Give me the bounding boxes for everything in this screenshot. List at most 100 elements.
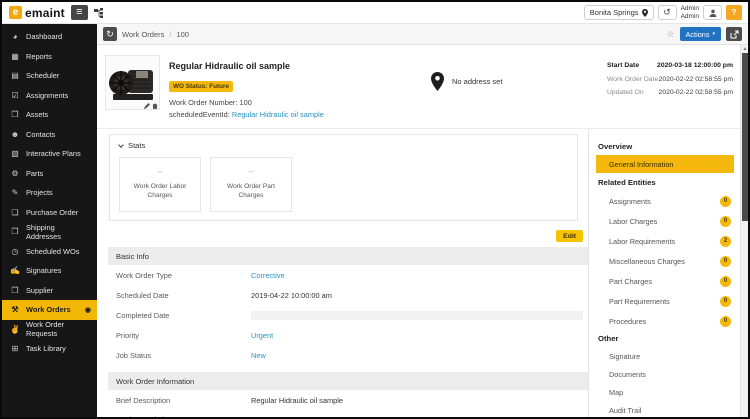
sitemap-button[interactable] (94, 8, 104, 18)
nav-labor-requirements[interactable]: Labor Requirements2 (596, 231, 734, 251)
actions-button[interactable]: Actions ▾ (680, 27, 721, 41)
sidebar-item-supplier[interactable]: ❒Supplier (2, 281, 97, 301)
signatures-icon: ✍ (10, 266, 20, 275)
nav-assignments[interactable]: Assignments0 (596, 191, 734, 211)
breadcrumb[interactable]: Work Orders (122, 30, 164, 39)
stat-card-labor-charges[interactable]: -- Work Order Labor Charges (119, 157, 201, 212)
left-sidebar: ◕Dashboard ▦Reports ▤Scheduler ☑Assignme… (2, 24, 97, 417)
work-orders-icon: ⚒ (10, 305, 20, 314)
sidebar-item-projects[interactable]: ✎Projects (2, 183, 97, 203)
address-block: No address set (431, 72, 502, 91)
sidebar-item-scheduler[interactable]: ▤Scheduler (2, 66, 97, 86)
nav-audit-trail[interactable]: Audit Trail (596, 401, 734, 417)
job-status-value[interactable]: New (251, 351, 266, 360)
overview-header: Overview (596, 139, 734, 155)
edit-image-icon[interactable] (144, 103, 150, 109)
refresh-icon: ↻ (106, 29, 114, 39)
hamburger-menu-button[interactable]: ≡ (71, 5, 88, 20)
count-badge: 2 (720, 236, 731, 247)
sidebar-item-work-orders[interactable]: ⚒Work Orders◉ (2, 300, 97, 320)
sidebar-item-task-library[interactable]: ⊞Task Library (2, 339, 97, 359)
nav-documents[interactable]: Documents (596, 365, 734, 383)
field-row-job-status: Job Status New (108, 345, 588, 365)
sidebar-item-purchase-order[interactable]: ❏Purchase Order (2, 203, 97, 223)
nav-procedures[interactable]: Procedures0 (596, 311, 734, 331)
sidebar-item-shipping-addresses[interactable]: ❐Shipping Addresses (2, 222, 97, 242)
basic-info-section: Basic Info Work Order Type Corrective Sc… (108, 247, 588, 365)
hamburger-icon: ≡ (76, 7, 82, 18)
nav-part-requirements[interactable]: Part Requirements0 (596, 291, 734, 311)
eye-icon: ◉ (85, 306, 91, 314)
vertical-scrollbar[interactable]: ▲ (740, 45, 748, 417)
stats-header[interactable]: Stats (119, 141, 568, 150)
sidebar-item-scheduled-wos[interactable]: ◷Scheduled WOs (2, 242, 97, 262)
favorite-star-icon[interactable]: ☆ (666, 29, 674, 40)
sidebar-item-assignments[interactable]: ☑Assignments (2, 86, 97, 106)
projects-icon: ✎ (10, 188, 20, 197)
assignments-icon: ☑ (10, 91, 20, 100)
contacts-icon: ☻ (10, 130, 20, 139)
shipping-addresses-icon: ❐ (10, 227, 20, 236)
count-badge: 0 (720, 316, 731, 327)
work-order-type-value[interactable]: Corrective (251, 271, 285, 280)
popout-button[interactable] (726, 27, 742, 41)
scrollbar-thumb[interactable] (742, 53, 748, 221)
updated-on-row: Updated On2020-02-22 02:58:55 pm (607, 89, 733, 96)
nav-map[interactable]: Map (596, 383, 734, 401)
priority-value[interactable]: Urgent (251, 331, 273, 340)
asset-image[interactable] (105, 55, 160, 110)
count-badge: 0 (720, 196, 731, 207)
sidebar-item-signatures[interactable]: ✍Signatures (2, 261, 97, 281)
work-order-title: Regular Hidraulic oil sample (169, 61, 369, 71)
nav-labor-charges[interactable]: Labor Charges0 (596, 211, 734, 231)
completed-date-empty-value (251, 311, 583, 320)
sidebar-item-parts[interactable]: ⚙Parts (2, 164, 97, 184)
delete-image-icon[interactable] (152, 103, 158, 109)
scheduled-event-row: scheduledEventId: Regular Hidraulic oil … (169, 110, 369, 119)
scheduled-event-link[interactable]: Regular Hidraulic oil sample (232, 110, 324, 119)
sidebar-item-dashboard[interactable]: ◕Dashboard (2, 27, 97, 47)
work-order-information-header: Work Order Information (108, 372, 588, 390)
scheduled-wos-icon: ◷ (10, 247, 20, 256)
nav-signature[interactable]: Signature (596, 347, 734, 365)
reports-icon: ▦ (10, 52, 20, 61)
scheduled-date-value: 2019-04-22 10:00:00 am (251, 291, 332, 300)
work-order-information-section: Work Order Information Brief Description… (108, 372, 588, 417)
user-name: Admin Admin (681, 5, 699, 21)
field-row-brief-description: Brief Description Regular Hidraulic oil … (108, 390, 588, 410)
task-library-icon: ⊞ (10, 344, 20, 353)
location-button-label: Bonita Springs (590, 8, 639, 17)
nav-general-information[interactable]: General Information (596, 155, 734, 173)
location-button[interactable]: Bonita Springs (584, 5, 654, 20)
field-row-work-order-type: Work Order Type Corrective (108, 265, 588, 285)
sidebar-item-work-order-requests[interactable]: ✌Work Order Requests (2, 320, 97, 340)
parts-icon: ⚙ (10, 169, 20, 178)
field-row-scheduled-date: Scheduled Date 2019-04-22 10:00:00 am (108, 285, 588, 305)
map-pin-icon (431, 72, 444, 91)
interactive-plans-icon: ▧ (10, 149, 20, 158)
sidebar-item-assets[interactable]: ❒Assets (2, 105, 97, 125)
work-order-requests-icon: ✌ (10, 325, 20, 334)
emaint-logo-icon: e (9, 6, 22, 19)
nav-part-charges[interactable]: Part Charges0 (596, 271, 734, 291)
edit-button[interactable]: Edit (556, 230, 583, 242)
user-avatar-button[interactable] (703, 5, 722, 20)
history-button[interactable]: ↺ (658, 5, 677, 20)
sidebar-item-interactive-plans[interactable]: ▧Interactive Plans (2, 144, 97, 164)
stat-card-part-charges[interactable]: -- Work Order Part Charges (210, 157, 292, 212)
help-button[interactable]: ? (726, 5, 742, 20)
sidebar-item-reports[interactable]: ▦Reports (2, 47, 97, 67)
refresh-button[interactable]: ↻ (103, 27, 117, 41)
brief-description-value: Regular Hidraulic oil sample (251, 396, 343, 405)
breadcrumb-current: 100 (176, 30, 189, 39)
scheduler-icon: ▤ (10, 71, 20, 80)
sidebar-item-contacts[interactable]: ☻Contacts (2, 125, 97, 145)
purchase-order-icon: ❏ (10, 208, 20, 217)
scrollbar-up-arrow[interactable]: ▲ (742, 46, 748, 52)
nav-miscellaneous-charges[interactable]: Miscellaneous Charges0 (596, 251, 734, 271)
work-order-date-row: Work Order Date2020-02-22 02:58:55 pm (607, 76, 733, 83)
date-summary: Start Date2020-03-18 12:00:00 pm Work Or… (607, 62, 733, 119)
emaint-logo: e emaint (9, 6, 65, 20)
start-date-row: Start Date2020-03-18 12:00:00 pm (607, 62, 733, 69)
assets-icon: ❒ (10, 110, 20, 119)
